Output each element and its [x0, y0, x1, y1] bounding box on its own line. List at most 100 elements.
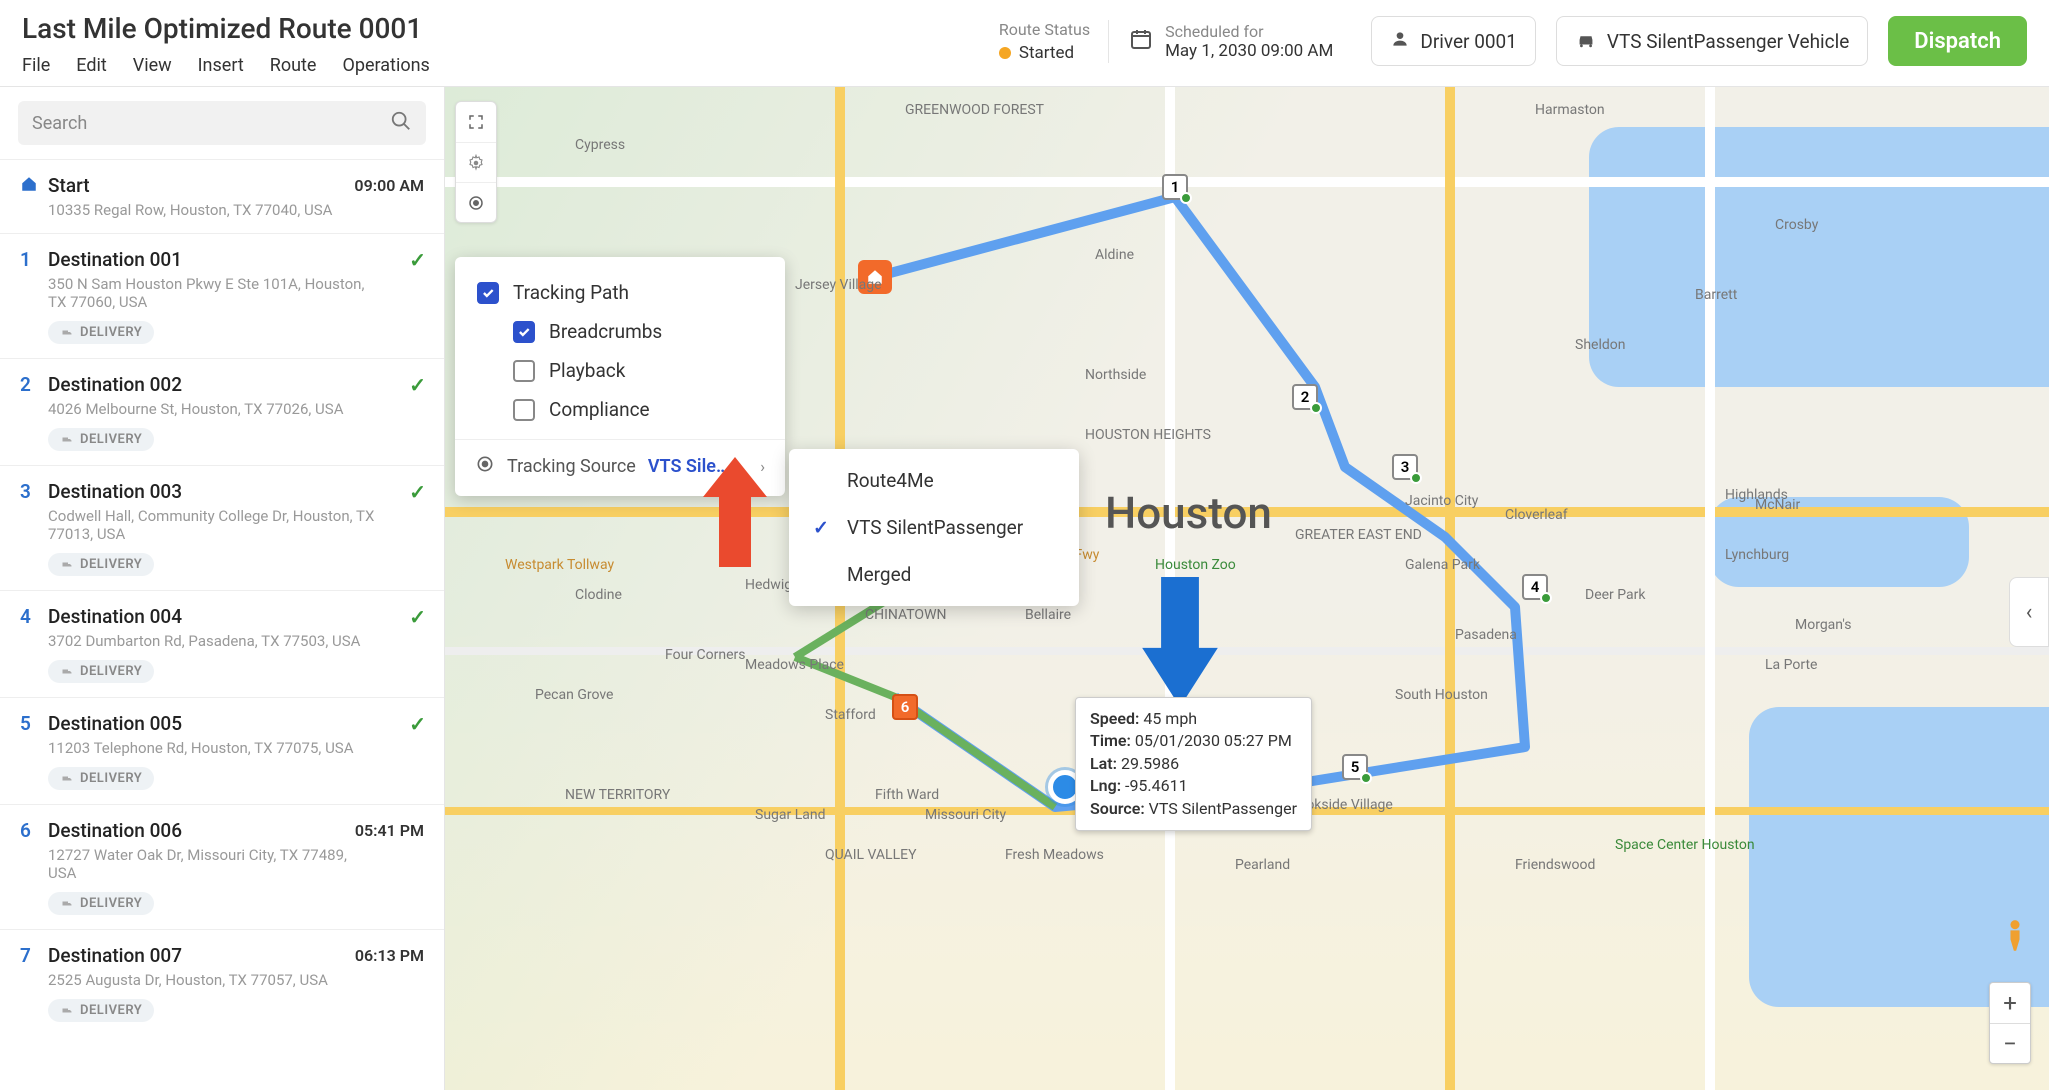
checkbox-icon[interactable] — [513, 399, 535, 421]
map-pin-4[interactable]: 4 — [1522, 574, 1548, 600]
zoom-in-button[interactable]: + — [1990, 983, 2030, 1023]
map-pin-2[interactable]: 2 — [1292, 384, 1318, 410]
map-pin-3[interactable]: 3 — [1392, 454, 1418, 480]
stop-name: Destination 001 — [48, 248, 182, 271]
map-pin-1[interactable]: 1 — [1162, 174, 1188, 200]
tracking-button[interactable] — [456, 182, 496, 222]
compliance-row[interactable]: Compliance — [455, 390, 785, 429]
city-label-houston: Houston — [1105, 487, 1272, 539]
stop-name: Destination 006 — [48, 819, 182, 842]
map-toolbar — [455, 101, 497, 223]
stop-name: Destination 002 — [48, 373, 182, 396]
compliance-label: Compliance — [549, 398, 650, 421]
menu-route[interactable]: Route — [270, 55, 317, 76]
stop-item[interactable]: ✓ 4Destination 004 3702 Dumbarton Rd, Pa… — [0, 590, 444, 697]
map-label: CHINATOWN — [865, 607, 946, 623]
breadcrumbs-row[interactable]: Breadcrumbs — [455, 312, 785, 351]
stop-start[interactable]: Start 09:00 AM 10335 Regal Row, Houston,… — [0, 159, 444, 233]
tracking-source-menu: Route4Me ✓VTS SilentPassenger Merged — [789, 449, 1079, 606]
driver-button[interactable]: Driver 0001 — [1371, 16, 1536, 66]
expand-panel-button[interactable]: ‹ — [2009, 577, 2049, 647]
map-label: QUAIL VALLEY — [825, 847, 917, 863]
stops-list[interactable]: Start 09:00 AM 10335 Regal Row, Houston,… — [0, 159, 444, 1090]
map-label: Northside — [1085, 367, 1146, 383]
checkbox-checked-icon[interactable] — [477, 282, 499, 304]
stop-number: 5 — [20, 712, 48, 735]
breadcrumbs-label: Breadcrumbs — [549, 320, 662, 343]
search-input[interactable] — [32, 113, 390, 134]
map-label: Deer Park — [1585, 587, 1645, 603]
stop-address: Codwell Hall, Community College Dr, Hous… — [48, 507, 378, 543]
map-label: GREENWOOD FOREST — [905, 102, 1044, 118]
calendar-icon — [1129, 27, 1153, 55]
playback-row[interactable]: Playback — [455, 351, 785, 390]
stop-item[interactable]: 7Destination 00706:13 PM 2525 Augusta Dr… — [0, 929, 444, 1036]
check-icon: ✓ — [409, 712, 426, 736]
map-label: Space Center Houston — [1615, 837, 1755, 853]
stop-name: Destination 003 — [48, 480, 182, 503]
delivery-badge: DELIVERY — [48, 892, 154, 915]
route-path — [445, 87, 2049, 1087]
vehicle-label: VTS SilentPassenger Vehicle — [1607, 30, 1849, 53]
stop-address: 12727 Water Oak Dr, Missouri City, TX 77… — [48, 846, 378, 882]
tracking-path-row[interactable]: Tracking Path — [455, 273, 785, 312]
tracking-path-label: Tracking Path — [513, 281, 629, 304]
stop-item[interactable]: 6Destination 00605:41 PM 12727 Water Oak… — [0, 804, 444, 929]
menu-operations[interactable]: Operations — [342, 55, 429, 76]
map-label: Aldine — [1095, 247, 1134, 263]
playback-label: Playback — [549, 359, 625, 382]
schedule-label: Scheduled for — [1165, 22, 1333, 41]
stop-number: 1 — [20, 248, 48, 271]
source-option-vts[interactable]: ✓VTS SilentPassenger — [789, 504, 1079, 551]
stop-item[interactable]: ✓ 2Destination 002 4026 Melbourne St, Ho… — [0, 358, 444, 465]
check-icon: ✓ — [813, 516, 833, 539]
stop-number: 4 — [20, 605, 48, 628]
zoom-out-button[interactable]: − — [1990, 1023, 2030, 1063]
stop-item[interactable]: ✓ 5Destination 005 11203 Telephone Rd, H… — [0, 697, 444, 804]
map-label: Bellaire — [1025, 607, 1071, 623]
stop-number: 6 — [20, 819, 48, 842]
map-label: Jersey Village — [795, 277, 882, 293]
menu-insert[interactable]: Insert — [198, 55, 244, 76]
menu-file[interactable]: File — [22, 55, 50, 76]
gps-tooltip: Speed: 45 mph Time: 05/01/2030 05:27 PM … — [1075, 697, 1312, 831]
tracking-source-label: Tracking Source — [507, 456, 636, 477]
search-icon[interactable] — [390, 110, 412, 136]
stop-item[interactable]: ✓ 1Destination 001 350 N Sam Houston Pkw… — [0, 233, 444, 358]
settings-button[interactable] — [456, 142, 496, 182]
search-field[interactable] — [18, 101, 426, 145]
menu-edit[interactable]: Edit — [76, 55, 106, 76]
map-label: McNair — [1755, 497, 1800, 513]
delivery-badge: DELIVERY — [48, 999, 154, 1022]
map-label: Missouri City — [925, 807, 1006, 823]
map-pin-6[interactable]: 6 — [892, 694, 918, 720]
menu-view[interactable]: View — [133, 55, 172, 76]
status-dot-icon — [999, 47, 1011, 59]
home-icon — [20, 175, 48, 197]
checkbox-checked-icon[interactable] — [513, 321, 535, 343]
map-canvas[interactable]: 1 2 3 4 5 6 7 Houston Cypress GREENWOOD … — [445, 87, 2049, 1090]
map-label: Clodine — [575, 587, 622, 603]
stop-item[interactable]: ✓ 3Destination 003 Codwell Hall, Communi… — [0, 465, 444, 590]
fullscreen-button[interactable] — [456, 102, 496, 142]
status-value: Started — [1019, 43, 1074, 63]
stop-time: 06:13 PM — [355, 946, 424, 965]
map-label: Westpark Tollway — [505, 557, 614, 573]
map-pin-5[interactable]: 5 — [1342, 754, 1368, 780]
check-icon: ✓ — [409, 373, 426, 397]
map-label: Pearland — [1235, 857, 1290, 873]
source-option-merged[interactable]: Merged — [789, 551, 1079, 598]
dispatch-button[interactable]: Dispatch — [1888, 16, 2027, 66]
map-label: GREATER EAST END — [1295, 527, 1422, 543]
map-label: Galena Park — [1405, 557, 1480, 573]
stop-name: Destination 005 — [48, 712, 182, 735]
pegman-icon[interactable] — [2001, 919, 2029, 960]
checkbox-icon[interactable] — [513, 360, 535, 382]
source-option-route4me[interactable]: Route4Me — [789, 457, 1079, 504]
stop-number: 2 — [20, 373, 48, 396]
delivery-badge: DELIVERY — [48, 660, 154, 683]
stop-address: 3702 Dumbarton Rd, Pasadena, TX 77503, U… — [48, 632, 378, 650]
vehicle-button[interactable]: VTS SilentPassenger Vehicle — [1556, 16, 1868, 66]
stop-name: Destination 007 — [48, 944, 182, 967]
page-title: Last Mile Optimized Route 0001 — [22, 12, 977, 45]
